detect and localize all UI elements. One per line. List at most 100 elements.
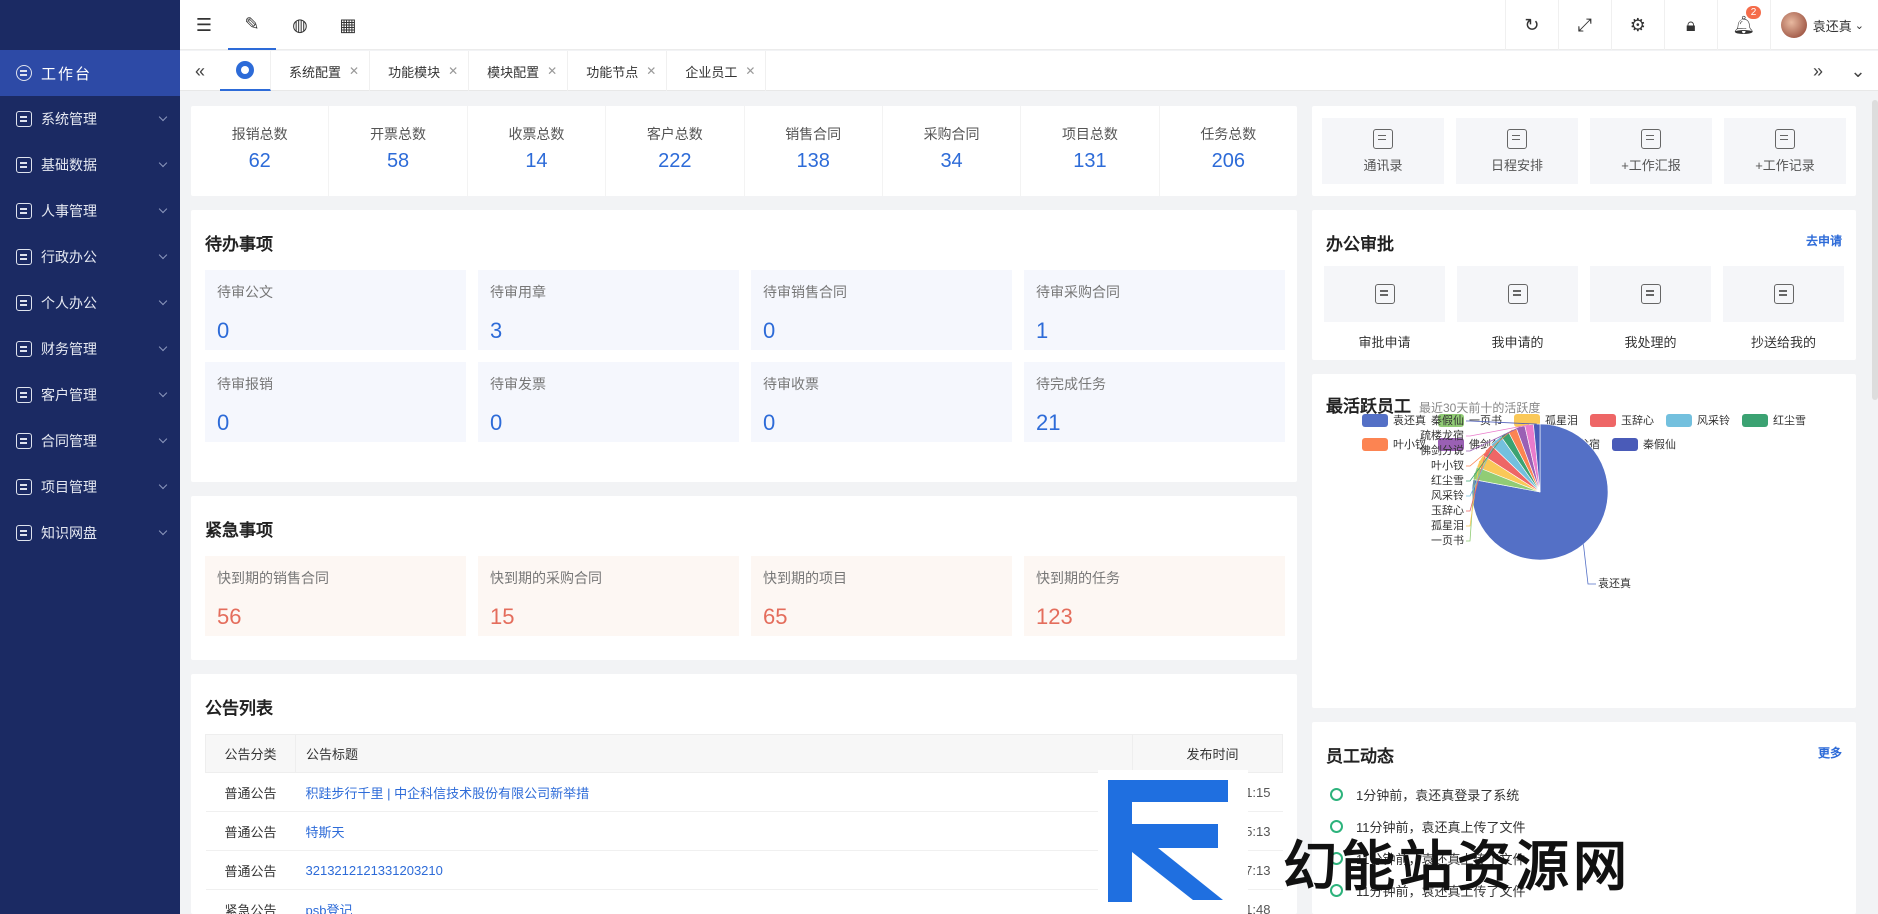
stat-label: 收票总数 [508,126,565,142]
tab-4[interactable]: 企业员工 ✕ [667,51,767,91]
sidebar-item-label: 财务管理 [41,341,97,357]
approval-item-label: 抄送给我的 [1750,335,1816,350]
urgent-tile[interactable]: 快到期的销售合同 56 [205,556,466,636]
gear-icon[interactable]: ⚙ [1610,0,1664,50]
notice-title-link[interactable]: psb登记 [295,889,1133,914]
quick-link-3[interactable]: +工作记录 [1724,118,1846,184]
user-menu[interactable]: 袁还真 ⌄ [1769,0,1878,50]
urgent-label: 快到期的采购合同 [490,570,602,586]
pie-label: 秦假仙 [1431,413,1464,427]
sidebar-item-label: 客户管理 [41,387,97,403]
module-icon[interactable]: ▦ [324,0,372,50]
todo-tile[interactable]: 待审采购合同 1 [1024,270,1285,350]
report-icon [1641,128,1661,149]
tab-2[interactable]: 模块配置 ✕ [469,51,569,91]
activity-text: 11分钟前，袁还真上传了文件 [1356,851,1526,867]
globe-icon[interactable]: ◍ [276,0,324,50]
bell-icon[interactable]: 🔔︎ 2 [1716,0,1770,50]
pie-label: 疏楼龙宿 [1420,428,1464,442]
tabs-dropdown-icon[interactable]: ⌄ [1838,51,1878,91]
tab-0[interactable]: 系统配置 ✕ [271,51,371,91]
approval-item-3[interactable]: 抄送给我的 [1723,266,1844,358]
todo-tile[interactable]: 待审公文 0 [205,270,466,350]
timeline-dot-icon [1330,787,1343,801]
todo-card: 待办事项 待审公文 0 待审用章 3 待审销售合同 0 待审采购合同 1 待审报销 0 待审发票 0 待… [191,210,1297,482]
sidebar-item-4[interactable]: 行政办公 [0,234,180,280]
sidebar-item-7[interactable]: 客户管理 [0,372,180,418]
sidebar-item-1[interactable]: 系统管理 [0,96,180,142]
home-icon [236,61,254,79]
page-scrollbar[interactable] [1872,100,1878,400]
tab-home[interactable] [220,51,271,91]
todo-value: 21 [1036,410,1061,435]
todo-value: 0 [217,410,230,435]
urgent-tile[interactable]: 快到期的采购合同 15 [478,556,739,636]
user-name: 袁还真 [1812,18,1852,34]
tab-3[interactable]: 功能节点 ✕ [568,51,668,91]
todo-title: 待办事项 [205,235,273,254]
more-link[interactable]: 更多 [1818,744,1842,761]
todo-tile[interactable]: 待审发票 0 [478,362,739,442]
todo-tile[interactable]: 待完成任务 21 [1024,362,1285,442]
stat-item: 销售合同 138 [745,106,883,196]
calendar-check-icon [1374,284,1395,304]
timeline-dot-icon [1330,851,1343,865]
close-icon[interactable]: ✕ [349,64,359,78]
quick-link-1[interactable]: 日程安排 [1456,118,1578,184]
todo-tile[interactable]: 待审销售合同 0 [751,270,1012,350]
fullscreen-icon[interactable]: ⤢ [1557,0,1611,50]
approval-item-2[interactable]: 我处理的 [1590,266,1711,358]
notice-title-link[interactable]: 积跬步行千里 | 中企科信技术股份有限公司新举措 [295,772,1133,812]
todo-label: 待审收票 [763,376,819,392]
sidebar-item-10[interactable]: 知识网盘 [0,510,180,556]
tabs-scroll-left-icon[interactable]: « [180,51,220,91]
quick-link-2[interactable]: +工作汇报 [1590,118,1712,184]
sidebar-item-icon [16,65,32,81]
sidebar-item-icon [16,203,32,219]
todo-tile[interactable]: 待审报销 0 [205,362,466,442]
urgent-label: 快到期的任务 [1036,570,1120,586]
close-icon[interactable]: ✕ [646,64,656,78]
approval-item-0[interactable]: 审批申请 [1324,266,1445,358]
notice-title-link[interactable]: 3213212121331203210 [295,850,1133,890]
tab-1[interactable]: 功能模块 ✕ [370,51,470,91]
sidebar-item-0[interactable]: 工作台 [0,50,180,96]
stat-label: 项目总数 [1061,126,1118,142]
quick-link-0[interactable]: 通讯录 [1322,118,1444,184]
sidebar-item-3[interactable]: 人事管理 [0,188,180,234]
sidebar-item-8[interactable]: 合同管理 [0,418,180,464]
todo-value: 0 [763,318,776,343]
chevron-down-icon [158,434,168,444]
close-icon[interactable]: ✕ [547,64,557,78]
lock-icon[interactable]: 🔒︎ [1663,0,1717,50]
todo-label: 待审销售合同 [763,284,847,300]
menu-toggle-icon[interactable]: ☰ [180,0,228,50]
close-icon[interactable]: ✕ [745,64,755,78]
notice-title-link[interactable]: 特斯天 [295,811,1133,851]
sidebar-item-label: 基础数据 [41,157,97,173]
sidebar-item-9[interactable]: 项目管理 [0,464,180,510]
close-icon[interactable]: ✕ [448,64,458,78]
sidebar-item-6[interactable]: 财务管理 [0,326,180,372]
urgent-tile[interactable]: 快到期的项目 65 [751,556,1012,636]
urgent-tile[interactable]: 快到期的任务 123 [1024,556,1285,636]
chevron-down-icon [158,388,168,398]
sidebar-item-2[interactable]: 基础数据 [0,142,180,188]
tabs-scroll-right-icon[interactable]: » [1798,51,1838,91]
stat-value: 58 [386,150,410,172]
notice-category: 普通公告 [205,850,296,890]
sidebar-item-label: 个人办公 [41,295,97,311]
stat-value: 34 [940,150,963,172]
stat-value: 206 [1211,150,1245,172]
refresh-icon[interactable]: ↻ [1504,0,1558,50]
apply-link[interactable]: 去申请 [1806,232,1842,249]
approval-item-label: 我处理的 [1624,335,1677,350]
quick-link-label: +工作记录 [1755,157,1815,173]
todo-tile[interactable]: 待审收票 0 [751,362,1012,442]
stat-label: 开票总数 [370,126,427,142]
approval-item-1[interactable]: 我申请的 [1457,266,1578,358]
list-item: 11分钟前，袁还真上传了文件 [1330,874,1526,906]
sidebar-item-5[interactable]: 个人办公 [0,280,180,326]
todo-tile[interactable]: 待审用章 3 [478,270,739,350]
brush-icon[interactable]: ✎ [228,0,276,50]
